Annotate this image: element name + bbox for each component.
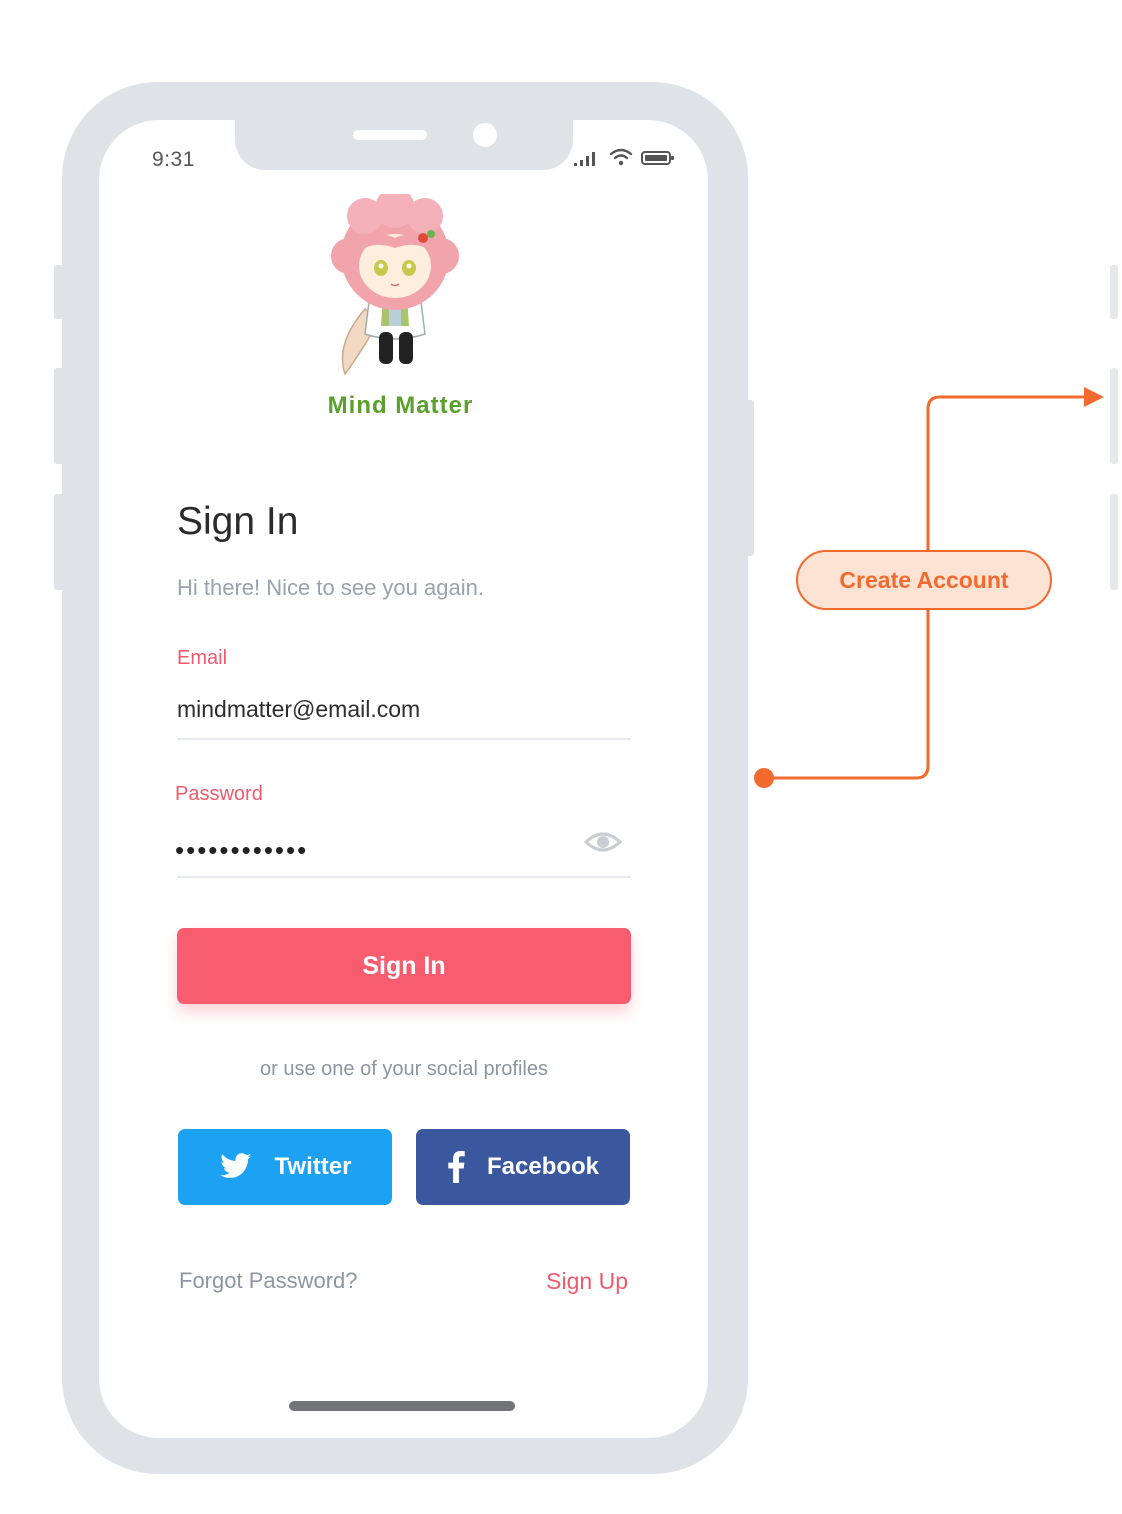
flow-connector	[754, 387, 1104, 788]
flow-arrowhead	[1084, 387, 1104, 407]
create-account-flow-label[interactable]: Create Account	[796, 550, 1052, 610]
